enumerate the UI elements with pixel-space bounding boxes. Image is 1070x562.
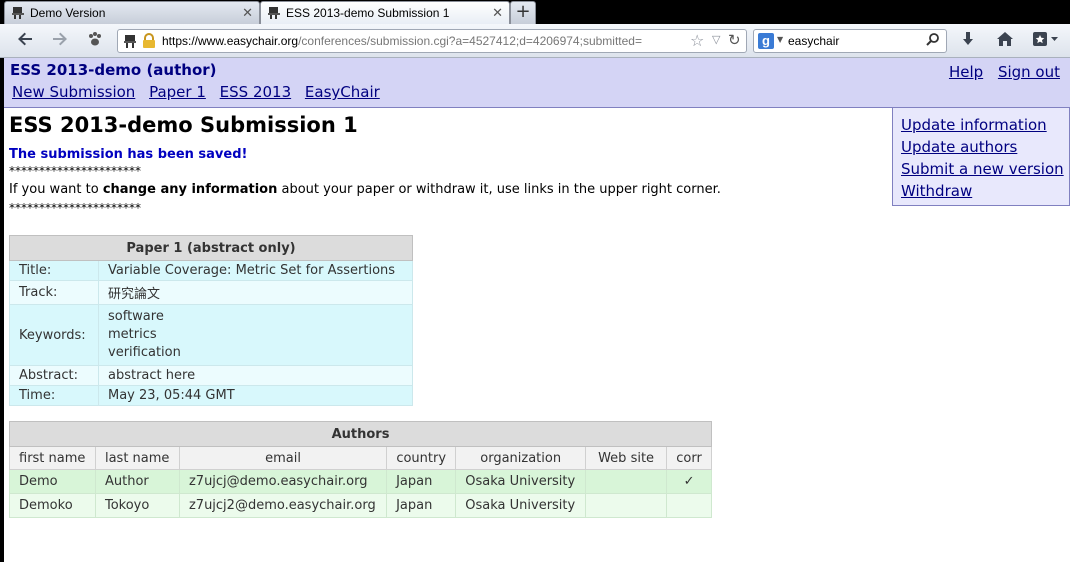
new-submission-link[interactable]: New Submission	[12, 83, 135, 101]
corresponding-check-icon: ✓	[666, 469, 712, 494]
keywords-value: software metrics verification	[98, 304, 413, 366]
abstract-label: Abstract:	[9, 365, 99, 386]
navigation-toolbar: https://www.easychair.org/conferences/su…	[0, 24, 1070, 58]
web-site-cell	[585, 469, 668, 494]
easychair-favicon-icon	[12, 7, 24, 19]
table-row: Demoko Tokoyo z7ujcj2@demo.easychair.org…	[9, 493, 712, 518]
saved-message: The submission has been saved!	[9, 147, 248, 162]
paw-extension-icon[interactable]	[84, 30, 106, 52]
track-value: 研究論文	[98, 280, 413, 305]
url-bar[interactable]: https://www.easychair.org/conferences/su…	[117, 29, 747, 53]
home-icon[interactable]	[994, 30, 1016, 52]
chevron-down-icon[interactable]: ▼	[777, 35, 783, 44]
help-link[interactable]: Help	[949, 63, 983, 81]
authors-header-row: first name last name email country organ…	[9, 446, 712, 470]
top-menu: New Submission Paper 1 ESS 2013 EasyChai…	[12, 83, 389, 101]
email-cell: z7ujcj2@demo.easychair.org	[178, 493, 388, 518]
web-page: ESS 2013-demo (author) New Submission Pa…	[4, 58, 1070, 562]
table-row: Title: Variable Coverage: Metric Set for…	[9, 260, 413, 281]
star-divider: **********************	[9, 164, 141, 178]
time-label: Time:	[9, 385, 99, 406]
keyword: software	[108, 309, 164, 324]
close-icon[interactable]: ✕	[492, 5, 503, 21]
first-name-cell: Demo	[9, 469, 96, 494]
addon-menu-icon[interactable]	[1030, 30, 1062, 52]
info-message: If you want to change any information ab…	[9, 182, 721, 197]
tab-bar: Demo Version ✕ ESS 2013-demo Submission …	[0, 0, 1070, 24]
column-header: email	[178, 446, 388, 470]
title-label: Title:	[9, 260, 99, 281]
update-information-link[interactable]: Update information	[901, 114, 1069, 136]
main-content: ESS 2013-demo Submission 1 The submissio…	[9, 112, 889, 215]
column-header: first name	[9, 446, 96, 470]
update-authors-link[interactable]: Update authors	[901, 136, 1069, 158]
corr-cell	[666, 493, 712, 518]
reload-icon[interactable]: ↻	[728, 31, 741, 49]
paper-table-caption: Paper 1 (abstract only)	[9, 235, 413, 261]
column-header: Web site	[585, 446, 668, 470]
easychair-site-icon	[124, 35, 136, 48]
column-header: country	[386, 446, 457, 470]
country-cell: Japan	[386, 469, 457, 494]
web-site-cell	[585, 493, 668, 518]
abstract-value: abstract here	[98, 365, 413, 386]
keyword: verification	[108, 345, 181, 360]
paper-1-link[interactable]: Paper 1	[149, 83, 206, 101]
search-icon[interactable]	[926, 32, 940, 50]
keywords-label: Keywords:	[9, 304, 99, 366]
tab-submission[interactable]: ESS 2013-demo Submission 1 ✕	[260, 1, 510, 24]
lock-icon[interactable]	[142, 33, 156, 49]
easychair-link[interactable]: EasyChair	[305, 83, 380, 101]
table-row: Keywords: software metrics verification	[9, 304, 413, 366]
withdraw-link[interactable]: Withdraw	[901, 180, 1069, 202]
chevron-down-icon[interactable]: ▽	[712, 33, 720, 46]
close-icon[interactable]: ✕	[242, 5, 253, 21]
table-row: Demo Author z7ujcj@demo.easychair.org Ja…	[9, 469, 712, 494]
tab-label: ESS 2013-demo Submission 1	[286, 6, 450, 20]
first-name-cell: Demoko	[9, 493, 96, 518]
download-arrow-icon[interactable]	[957, 30, 979, 52]
back-arrow-icon[interactable]	[14, 30, 36, 52]
column-header: organization	[455, 446, 587, 470]
authors-table-caption: Authors	[9, 421, 712, 447]
last-name-cell: Author	[94, 469, 180, 494]
table-row: Time: May 23, 05:44 GMT	[9, 385, 413, 406]
column-header: corr	[666, 446, 712, 470]
email-cell: z7ujcj@demo.easychair.org	[178, 469, 388, 494]
tab-label: Demo Version	[30, 6, 106, 20]
paper-title-value: Variable Coverage: Metric Set for Assert…	[98, 260, 413, 281]
country-cell: Japan	[386, 493, 457, 518]
user-menu: Help Sign out	[939, 63, 1060, 81]
column-header: last name	[94, 446, 180, 470]
url-text: https://www.easychair.org/conferences/su…	[162, 34, 642, 48]
ess-2013-link[interactable]: ESS 2013	[220, 83, 291, 101]
google-icon[interactable]: g	[758, 33, 774, 49]
search-input[interactable]	[788, 33, 918, 49]
search-bar[interactable]: g ▼	[753, 29, 947, 53]
paper-table: Paper 1 (abstract only) Title: Variable …	[9, 235, 413, 406]
star-divider: **********************	[9, 201, 141, 215]
organization-cell: Osaka University	[455, 469, 587, 494]
track-label: Track:	[9, 280, 99, 305]
table-row: Track: 研究論文	[9, 280, 413, 305]
sign-out-link[interactable]: Sign out	[998, 63, 1060, 81]
bookmark-star-icon[interactable]: ☆	[690, 31, 704, 50]
conference-title: ESS 2013-demo (author)	[10, 61, 217, 79]
new-tab-button[interactable]: +	[510, 1, 536, 24]
page-title: ESS 2013-demo Submission 1	[9, 113, 358, 137]
forward-arrow-icon[interactable]	[49, 30, 71, 52]
submit-new-version-link[interactable]: Submit a new version	[901, 158, 1069, 180]
submission-actions-menu: Update information Update authors Submit…	[892, 108, 1070, 206]
keyword: metrics	[108, 327, 157, 342]
organization-cell: Osaka University	[455, 493, 587, 518]
time-value: May 23, 05:44 GMT	[98, 385, 413, 406]
authors-table: Authors first name last name email count…	[9, 421, 712, 518]
tab-demo-version[interactable]: Demo Version ✕	[4, 1, 260, 24]
page-header: ESS 2013-demo (author) New Submission Pa…	[4, 58, 1070, 108]
easychair-favicon-icon	[268, 7, 280, 19]
table-row: Abstract: abstract here	[9, 365, 413, 386]
last-name-cell: Tokoyo	[94, 493, 180, 518]
